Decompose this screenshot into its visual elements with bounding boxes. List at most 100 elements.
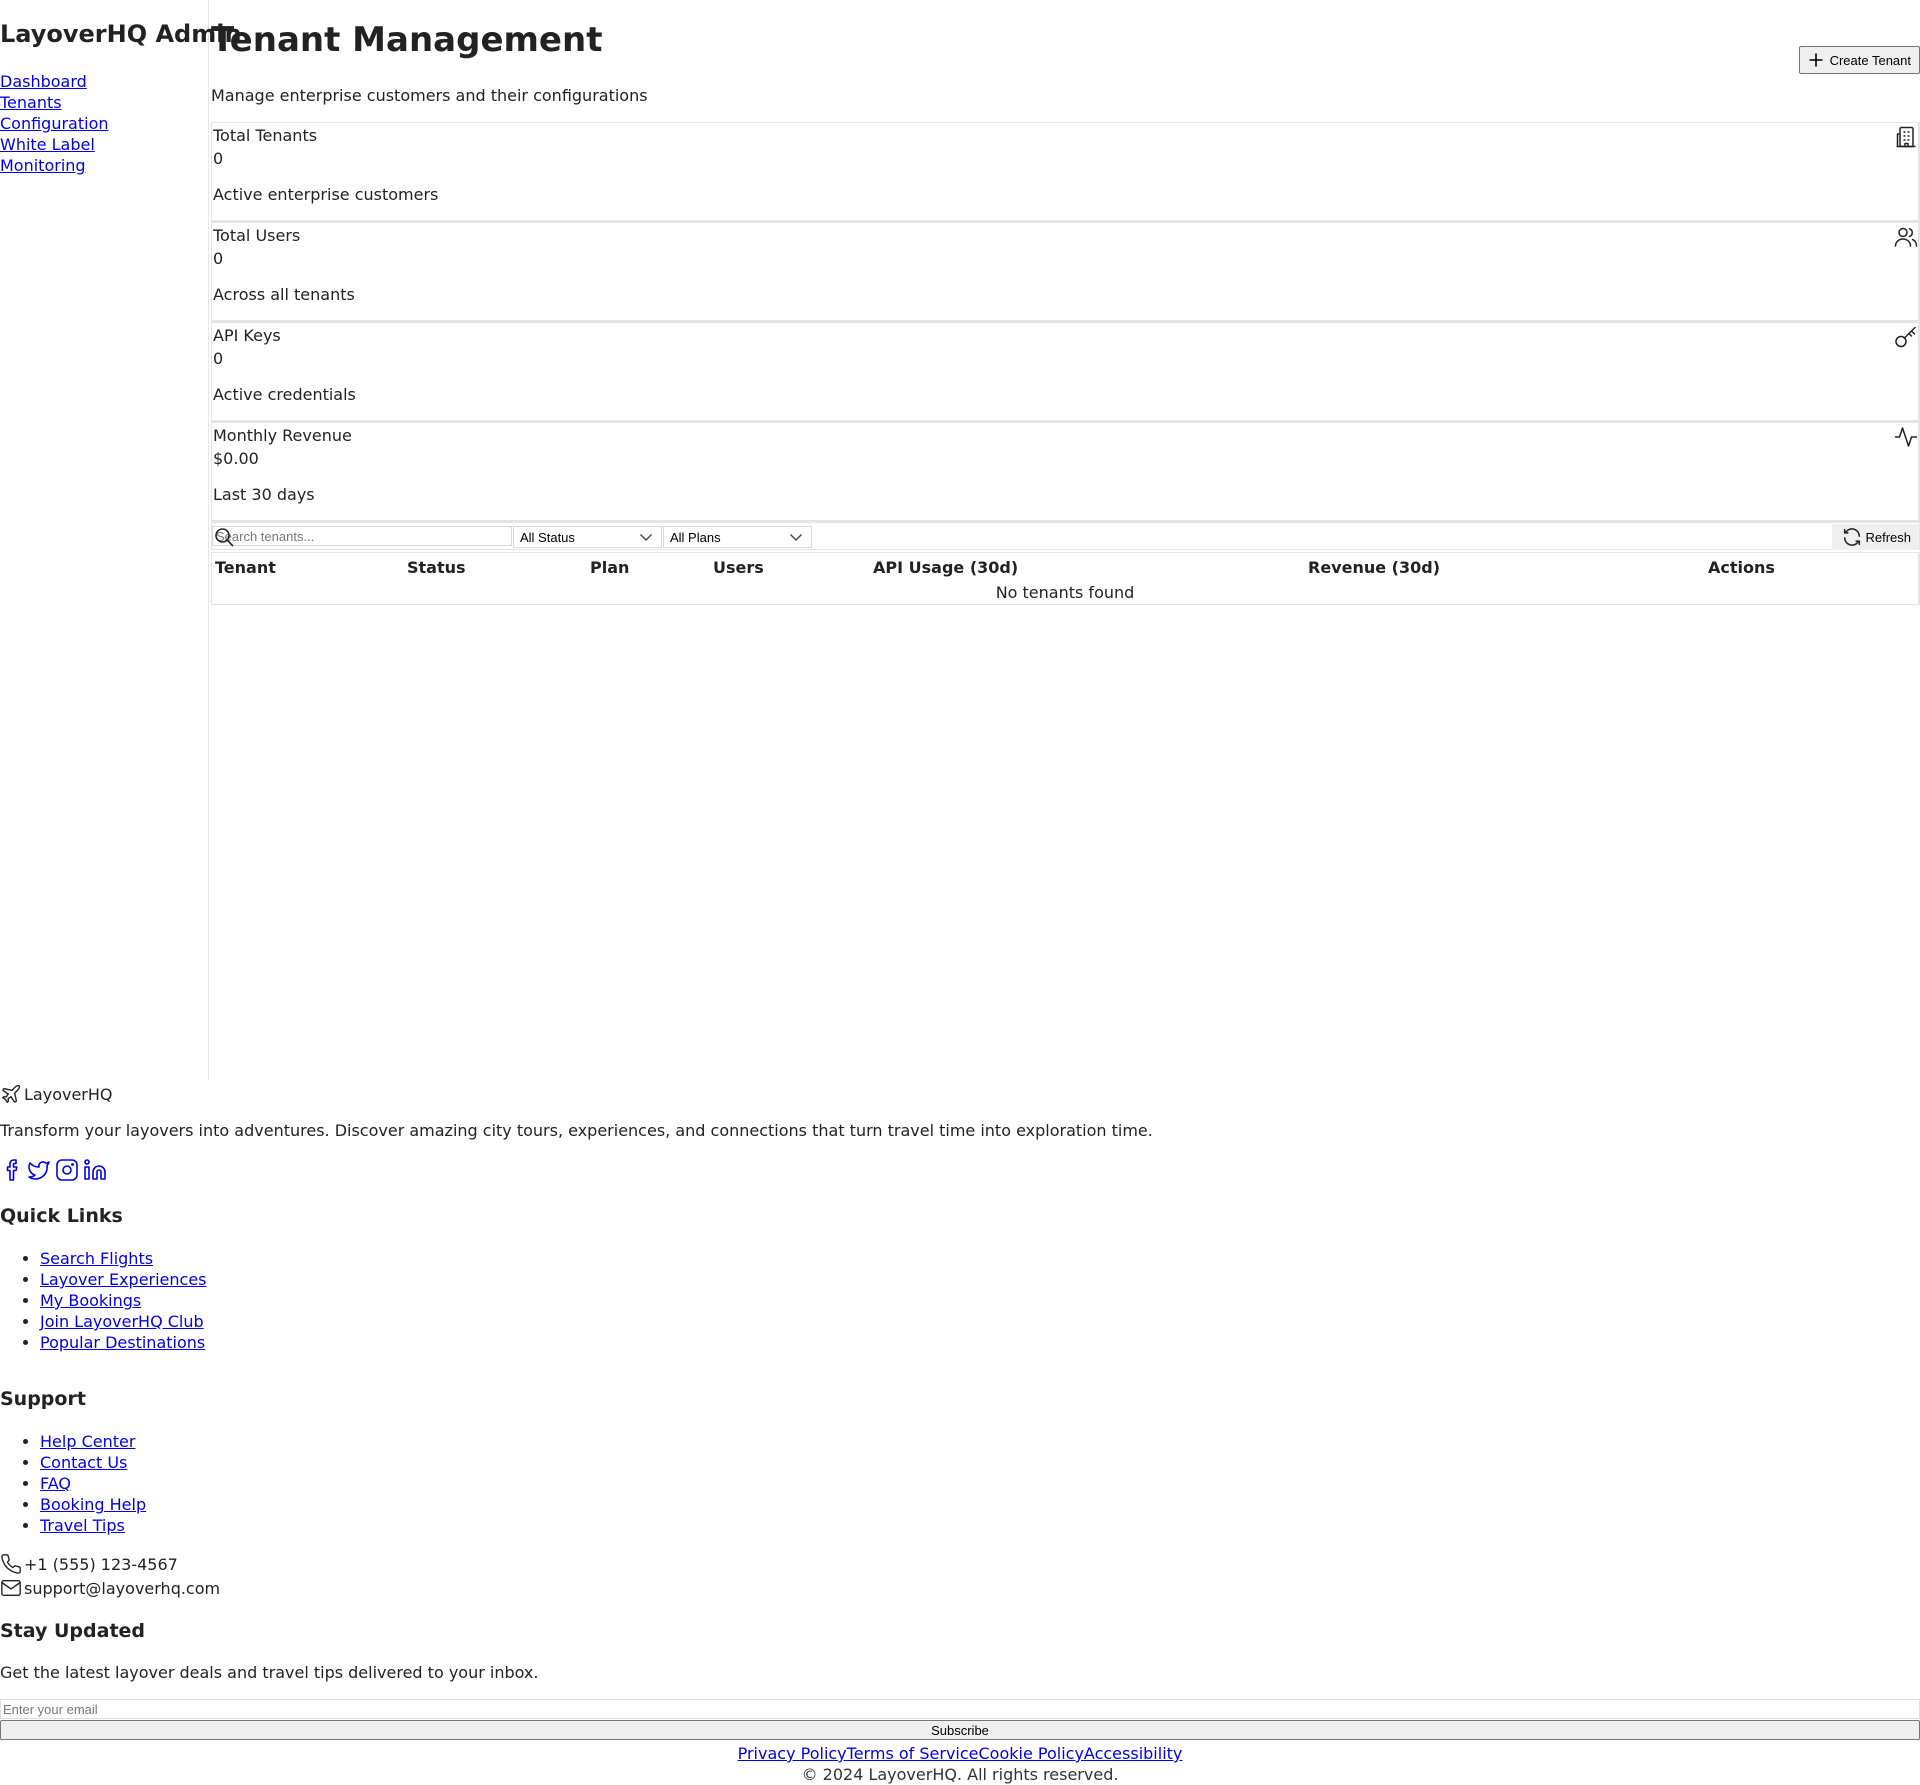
refresh-button[interactable]: Refresh — [1832, 524, 1919, 550]
stat-value: 0 — [213, 349, 224, 368]
footer-tagline: Transform your layovers into adventures.… — [0, 1121, 1153, 1140]
sidebar-nav: Dashboard Tenants Configuration White La… — [0, 71, 109, 176]
activity-icon — [1894, 425, 1918, 449]
empty-state-message: No tenants found — [995, 583, 1135, 602]
stats-cards: Total Tenants 0 Active enterprise custom… — [211, 122, 1920, 522]
create-tenant-button[interactable]: Create Tenant — [1798, 46, 1920, 74]
contact-email: support@layoverhq.com — [0, 1577, 220, 1599]
stat-label: Total Users — [213, 226, 301, 245]
stat-label: Total Tenants — [213, 126, 318, 145]
email-address: support@layoverhq.com — [24, 1578, 221, 1598]
chevron-down-icon — [639, 530, 653, 544]
column-header-revenue[interactable]: Revenue (30d) — [1308, 558, 1440, 577]
link-cookie-policy[interactable]: Cookie Policy — [979, 1743, 1084, 1764]
legal-links: Privacy Policy Terms of Service Cookie P… — [0, 1743, 1920, 1764]
list-item: Travel Tips — [40, 1515, 146, 1536]
newsletter-description: Get the latest layover deals and travel … — [0, 1663, 539, 1682]
search-input[interactable] — [212, 526, 512, 546]
search-icon — [214, 527, 234, 547]
list-item: Booking Help — [40, 1494, 146, 1515]
list-item: My Bookings — [40, 1290, 207, 1311]
contact-phone: +1 (555) 123-4567 — [0, 1553, 178, 1575]
tenants-table: Tenant Status Plan Users API Usage (30d)… — [211, 552, 1920, 605]
stat-value: $0.00 — [213, 449, 259, 468]
link-search-flights[interactable]: Search Flights — [40, 1249, 153, 1268]
list-item: FAQ — [40, 1473, 146, 1494]
plane-icon — [0, 1083, 22, 1105]
footer-brand-name: LayoverHQ — [24, 1084, 113, 1104]
stat-description: Last 30 days — [213, 485, 315, 504]
stat-label: API Keys — [213, 326, 281, 345]
newsletter-heading: Stay Updated — [0, 1620, 146, 1642]
stat-card-api-keys: API Keys 0 Active credentials — [211, 322, 1920, 422]
page-subtitle: Manage enterprise customers and their co… — [211, 86, 648, 105]
column-header-tenant[interactable]: Tenant — [215, 558, 276, 577]
building-icon — [1894, 125, 1918, 149]
list-item: Contact Us — [40, 1452, 146, 1473]
sidebar: LayoverHQ Admin Dashboard Tenants Config… — [0, 0, 242, 1080]
stat-description: Across all tenants — [213, 285, 355, 304]
column-header-status[interactable]: Status — [407, 558, 466, 577]
legal-section: Privacy Policy Terms of Service Cookie P… — [0, 1743, 1920, 1785]
nav-tenants[interactable]: Tenants — [0, 92, 109, 113]
stat-card-total-users: Total Users 0 Across all tenants — [211, 222, 1920, 322]
quick-links-heading: Quick Links — [0, 1205, 123, 1227]
column-header-plan[interactable]: Plan — [590, 558, 629, 577]
link-faq[interactable]: FAQ — [40, 1474, 71, 1493]
mail-icon — [0, 1577, 22, 1599]
twitter-icon[interactable] — [27, 1158, 51, 1182]
status-filter-value: All Status — [520, 529, 575, 545]
list-item: Popular Destinations — [40, 1332, 207, 1353]
nav-monitoring[interactable]: Monitoring — [0, 155, 109, 176]
chevron-down-icon — [789, 530, 803, 544]
link-accessibility[interactable]: Accessibility — [1084, 1743, 1182, 1764]
stat-description: Active credentials — [213, 385, 356, 404]
phone-number: +1 (555) 123-4567 — [24, 1554, 178, 1574]
column-header-api-usage[interactable]: API Usage (30d) — [873, 558, 1018, 577]
link-my-bookings[interactable]: My Bookings — [40, 1291, 141, 1310]
sidebar-brand: LayoverHQ Admin — [0, 20, 242, 48]
subscribe-button[interactable]: Subscribe — [0, 1720, 1920, 1740]
link-privacy-policy[interactable]: Privacy Policy — [738, 1743, 847, 1764]
stat-value: 0 — [213, 149, 224, 168]
link-join-club[interactable]: Join LayoverHQ Club — [40, 1312, 204, 1331]
link-contact-us[interactable]: Contact Us — [40, 1453, 127, 1472]
list-item: Help Center — [40, 1431, 146, 1452]
support-list: Help Center Contact Us FAQ Booking Help … — [0, 1431, 146, 1536]
create-tenant-label: Create Tenant — [1829, 52, 1911, 68]
status-filter-select[interactable]: All Status — [513, 526, 662, 548]
key-icon — [1894, 325, 1918, 349]
newsletter-email-input[interactable] — [0, 1699, 1920, 1719]
quick-links-list: Search Flights Layover Experiences My Bo… — [0, 1248, 207, 1353]
admin-shell: LayoverHQ Admin Dashboard Tenants Config… — [0, 0, 1920, 1080]
list-item: Join LayoverHQ Club — [40, 1311, 207, 1332]
page-title: Tenant Management — [211, 20, 603, 60]
link-layover-experiences[interactable]: Layover Experiences — [40, 1270, 207, 1289]
link-help-center[interactable]: Help Center — [40, 1432, 135, 1451]
copyright-text: © 2024 LayoverHQ. All rights reserved. — [801, 1765, 1119, 1784]
link-popular-destinations[interactable]: Popular Destinations — [40, 1333, 205, 1352]
stat-value: 0 — [213, 249, 224, 268]
refresh-label: Refresh — [1865, 529, 1911, 545]
phone-icon — [0, 1553, 22, 1575]
users-icon — [1894, 225, 1918, 249]
stat-description: Active enterprise customers — [213, 185, 439, 204]
nav-white-label[interactable]: White Label — [0, 134, 109, 155]
list-item: Search Flights — [40, 1248, 207, 1269]
plus-icon — [1808, 52, 1824, 68]
facebook-icon[interactable] — [3, 1158, 23, 1182]
link-booking-help[interactable]: Booking Help — [40, 1495, 146, 1514]
link-travel-tips[interactable]: Travel Tips — [40, 1516, 125, 1535]
stat-label: Monthly Revenue — [213, 426, 352, 445]
stat-card-monthly-revenue: Monthly Revenue $0.00 Last 30 days — [211, 422, 1920, 522]
nav-configuration[interactable]: Configuration — [0, 113, 109, 134]
filter-toolbar: All Status All Plans Refresh — [211, 522, 1920, 550]
link-terms-of-service[interactable]: Terms of Service — [847, 1743, 979, 1764]
plan-filter-select[interactable]: All Plans — [663, 526, 812, 548]
column-header-users[interactable]: Users — [713, 558, 764, 577]
nav-dashboard[interactable]: Dashboard — [0, 71, 109, 92]
social-links — [3, 1158, 107, 1182]
instagram-icon[interactable] — [55, 1158, 79, 1182]
linkedin-icon[interactable] — [83, 1158, 107, 1182]
plan-filter-value: All Plans — [670, 529, 721, 545]
